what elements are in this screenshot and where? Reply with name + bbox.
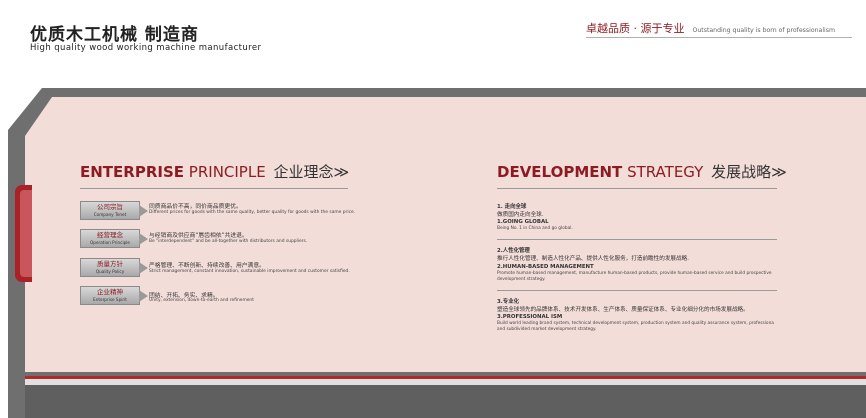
tag-label-en: Enterprise Spirit <box>93 297 127 302</box>
tag-arrow-icon <box>139 262 148 274</box>
tag-label-en: Quality Policy <box>95 269 125 274</box>
principle-divider <box>80 188 348 189</box>
strategy-text-en: development strategy. <box>497 277 546 282</box>
strategy-head-en: 3.PROFESSIONAL ISM <box>497 314 563 320</box>
tag-label-en: Operation Principle <box>89 240 131 245</box>
strategy-title-word2: STRATEGY <box>627 163 704 181</box>
bottom-red-stripe <box>25 376 866 379</box>
principle-desc-cn: 与经销商及供应商“唇齿相依”共进退。 <box>149 233 248 239</box>
strategy-head-en: 2.HUMAN-BASED MANAGEMENT <box>497 264 594 270</box>
strategy-head-cn: 1. 走向全球 <box>497 204 527 210</box>
strategy-text-cn: 做质国内走向全球. <box>497 212 544 218</box>
strategy-title-cn: 发展战略≫ <box>711 163 787 181</box>
tag-arrow-icon <box>139 233 148 245</box>
principle-desc-en: Strict management, constant innovation, … <box>149 269 350 274</box>
strategy-title: DEVELOPMENT STRATEGY 发展战略≫ <box>497 161 787 182</box>
tag-label-cn: 公司宗旨 <box>97 203 123 211</box>
strategy-text-en: Promote human-based management, manufact… <box>497 271 772 276</box>
tag-label-cn: 质量方针 <box>97 260 123 268</box>
principle-title-cn: 企业理念≫ <box>273 163 350 181</box>
principle-desc-en: Be "interdependent" and be all-together … <box>149 239 308 244</box>
principle-desc-en: Unity, extension, down-to-earth and refi… <box>149 298 254 303</box>
strategy-text-en: Build world leading brand system, techni… <box>497 321 774 326</box>
tag-quality-policy: 质量方针 Quality Policy <box>80 258 148 277</box>
strategy-head-cn: 3.专业化 <box>497 299 519 305</box>
strategy-text-cn: 塑造全球领先的品牌体系、技术开发体系、生产体系、质量保证体系、专业化细分化的市场… <box>497 307 749 313</box>
principle-title: ENTERPRISE PRINCIPLE 企业理念≫ <box>80 161 349 182</box>
strategy-head-cn: 2.人性化管理 <box>497 248 530 254</box>
bottom-dark-band <box>25 385 866 418</box>
strategy-text-cn: 推行人性化管理、制造人性化产品、提供人性化服务，打造前瞻性的发展战略. <box>497 256 689 262</box>
principle-desc-cn: 严格管理、不断创新、持续改善、用户满意。 <box>149 263 265 269</box>
strategy-head-en: 1.GOING GLOBAL <box>497 219 549 225</box>
tag-operation-principle: 经营理念 Operation Principle <box>80 229 148 248</box>
side-tab-inner <box>20 190 32 277</box>
principle-desc-en: Different prices for goods with the same… <box>149 210 356 215</box>
tag-label-cn: 经营理念 <box>97 231 123 239</box>
tag-label-cn: 企业精神 <box>97 288 123 296</box>
tag-arrow-icon <box>139 205 148 217</box>
side-tab <box>15 185 32 282</box>
principle-title-word1: ENTERPRISE <box>80 163 185 181</box>
strategy-text-en: and subdivided market development strate… <box>497 327 597 332</box>
tag-company-tenet: 公司宗旨 Company Tenet <box>80 201 148 220</box>
strategy-item-divider <box>497 290 777 291</box>
bottom-light-band <box>25 379 866 385</box>
tag-enterprise-spirit: 企业精神 Enterprise Spirit <box>80 286 148 305</box>
principle-desc-cn: 同质商品价不高，同价商品质更优。 <box>149 204 242 210</box>
tag-arrow-icon <box>139 290 148 302</box>
strategy-divider <box>497 188 777 189</box>
strategy-title-word1: DEVELOPMENT <box>497 163 623 181</box>
strategy-item-divider <box>497 239 777 240</box>
principle-title-word2: PRINCIPLE <box>188 163 266 181</box>
strategy-text-en: Being No. 1 in China and go global. <box>497 226 573 231</box>
tag-label-en: Company Tenet <box>93 212 127 217</box>
